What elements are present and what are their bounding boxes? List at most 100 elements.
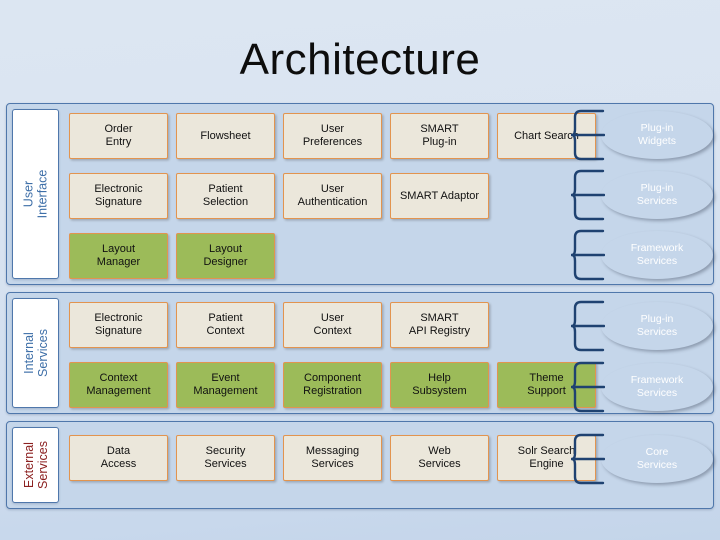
node-smart-plug-in[interactable]: SMART Plug-in — [390, 113, 489, 159]
node-smart-adaptor[interactable]: SMART Adaptor — [390, 173, 489, 219]
node-smart-api-registry[interactable]: SMART API Registry — [390, 302, 489, 348]
callout-ellipse[interactable]: Plug-in Services — [601, 171, 713, 219]
node-electronic-signature-internal[interactable]: Electronic Signature — [69, 302, 168, 348]
callout-label-line1: Plug-in — [640, 313, 674, 326]
node-electronic-signature[interactable]: Electronic Signature — [69, 173, 168, 219]
callout-label-line2: Services — [636, 326, 678, 338]
node-label-line2: Support — [527, 385, 566, 397]
node-security-services[interactable]: Security Services — [176, 435, 275, 481]
node-label-line1: Chart Search — [514, 129, 579, 142]
node-component-registration[interactable]: Component Registration — [283, 362, 382, 408]
node-label-line1: SMART — [420, 312, 459, 325]
node-label-line2: Authentication — [297, 196, 368, 208]
node-label-line1: User — [320, 183, 345, 196]
node-label-line2: Management — [86, 385, 151, 397]
node-help-subsystem[interactable]: Help Subsystem — [390, 362, 489, 408]
external-row-1: Data Access Security Services Messaging Ser… — [69, 435, 596, 481]
section-label-line1: External — [21, 442, 36, 488]
section-label-line1: User — [21, 180, 36, 208]
node-label-line2: Designer — [203, 256, 248, 268]
node-label-line1: Patient — [208, 183, 243, 196]
section-label-text: External Services — [22, 441, 50, 489]
node-label-line1: Electronic — [94, 183, 143, 196]
node-label-line1: Order — [104, 123, 133, 136]
node-label-line2: Preferences — [302, 136, 363, 148]
section-label-line2: Interface — [35, 169, 50, 219]
callout-label-line2: Services — [636, 255, 678, 267]
brace-icon — [571, 229, 605, 281]
internal-row-1: Electronic Signature Patient Context User C… — [69, 302, 489, 348]
node-label-line2: Signature — [94, 196, 143, 208]
section-label-external-services: External Services — [12, 427, 59, 503]
node-label-line2: API Registry — [408, 325, 471, 337]
callout-ellipse[interactable]: Plug-in Services — [601, 302, 713, 350]
callout-label-line1: Framework — [630, 374, 684, 387]
node-label-line2: Entry — [105, 136, 132, 148]
ui-row-1: Order Entry Flowsheet User Preferences SMA… — [69, 113, 596, 159]
callout-plug-in-services-ui: Plug-in Services — [571, 169, 715, 221]
node-label-line1: Layout — [101, 243, 135, 256]
node-label-line2: Context — [313, 325, 352, 337]
node-label-line1: Data — [106, 445, 131, 458]
node-label-line2: Selection — [202, 196, 249, 208]
node-label-line2: Management — [193, 385, 258, 397]
callout-label-line1: Plug-in — [640, 182, 674, 195]
brace-icon — [571, 433, 605, 485]
callout-ellipse[interactable]: Plug-in Widgets — [601, 111, 713, 159]
node-user-preferences[interactable]: User Preferences — [283, 113, 382, 159]
node-label-line2: Context — [206, 325, 245, 337]
callout-label-line1: Plug-in — [640, 122, 674, 135]
ui-row-2: Electronic Signature Patient Selection Use… — [69, 173, 489, 219]
callout-ellipse[interactable]: Framework Services — [601, 363, 713, 411]
callout-framework-services-ui: Framework Services — [571, 229, 715, 281]
node-label-line2: Plug-in — [422, 136, 457, 148]
callout-label-line1: Framework — [630, 242, 684, 255]
node-label-line2: Services — [418, 458, 461, 470]
node-event-management[interactable]: Event Management — [176, 362, 275, 408]
node-context-management[interactable]: Context Management — [69, 362, 168, 408]
node-label-line2: Engine — [529, 458, 564, 470]
node-order-entry[interactable]: Order Entry — [69, 113, 168, 159]
node-label-line2: Signature — [94, 325, 143, 337]
node-label-line2: Services — [204, 458, 247, 470]
node-label-line1: Layout — [208, 243, 243, 256]
node-label-line1: Event — [211, 372, 240, 385]
callout-ellipse[interactable]: Core Services — [601, 435, 713, 483]
node-label-line1: Messaging — [305, 445, 360, 458]
node-label-line1: Flowsheet — [200, 129, 251, 142]
node-patient-context[interactable]: Patient Context — [176, 302, 275, 348]
callout-label-line2: Services — [636, 387, 678, 399]
node-messaging-services[interactable]: Messaging Services — [283, 435, 382, 481]
node-flowsheet[interactable]: Flowsheet — [176, 113, 275, 159]
section-label-line2: Services — [35, 441, 50, 489]
node-label-line1: Help — [428, 372, 451, 385]
brace-icon — [571, 300, 605, 352]
section-label-line1: Internal — [21, 332, 36, 374]
brace-icon — [571, 109, 605, 161]
node-label-line1: Patient — [208, 312, 243, 325]
architecture-slide: Architecture User Interface Order Entry F… — [0, 0, 720, 540]
callout-plug-in-widgets: Plug-in Widgets — [571, 109, 715, 161]
node-label-line1: SMART Adaptor — [399, 189, 480, 202]
node-user-authentication[interactable]: User Authentication — [283, 173, 382, 219]
callout-plug-in-services-internal: Plug-in Services — [571, 300, 715, 352]
node-label-line2: Access — [100, 458, 137, 470]
node-layout-designer[interactable]: Layout Designer — [176, 233, 275, 279]
callout-core-services: Core Services — [571, 433, 715, 485]
node-label-line2: Subsystem — [412, 385, 467, 397]
callout-framework-services-internal: Framework Services — [571, 361, 715, 413]
node-web-services[interactable]: Web Services — [390, 435, 489, 481]
node-label-line2: Registration — [303, 385, 362, 397]
node-user-context[interactable]: User Context — [283, 302, 382, 348]
callout-label-line2: Services — [636, 459, 678, 471]
node-label-line1: Security — [205, 445, 246, 458]
node-data-access[interactable]: Data Access — [69, 435, 168, 481]
ui-row-3: Layout Manager Layout Designer — [69, 233, 275, 279]
node-layout-manager[interactable]: Layout Manager — [69, 233, 168, 279]
node-label-line1: User — [320, 312, 345, 325]
node-patient-selection[interactable]: Patient Selection — [176, 173, 275, 219]
callout-ellipse[interactable]: Framework Services — [601, 231, 713, 279]
section-label-user-interface: User Interface — [12, 109, 59, 279]
section-label-text: Internal Services — [22, 329, 50, 377]
node-label-line1: Solr Search — [517, 445, 576, 458]
